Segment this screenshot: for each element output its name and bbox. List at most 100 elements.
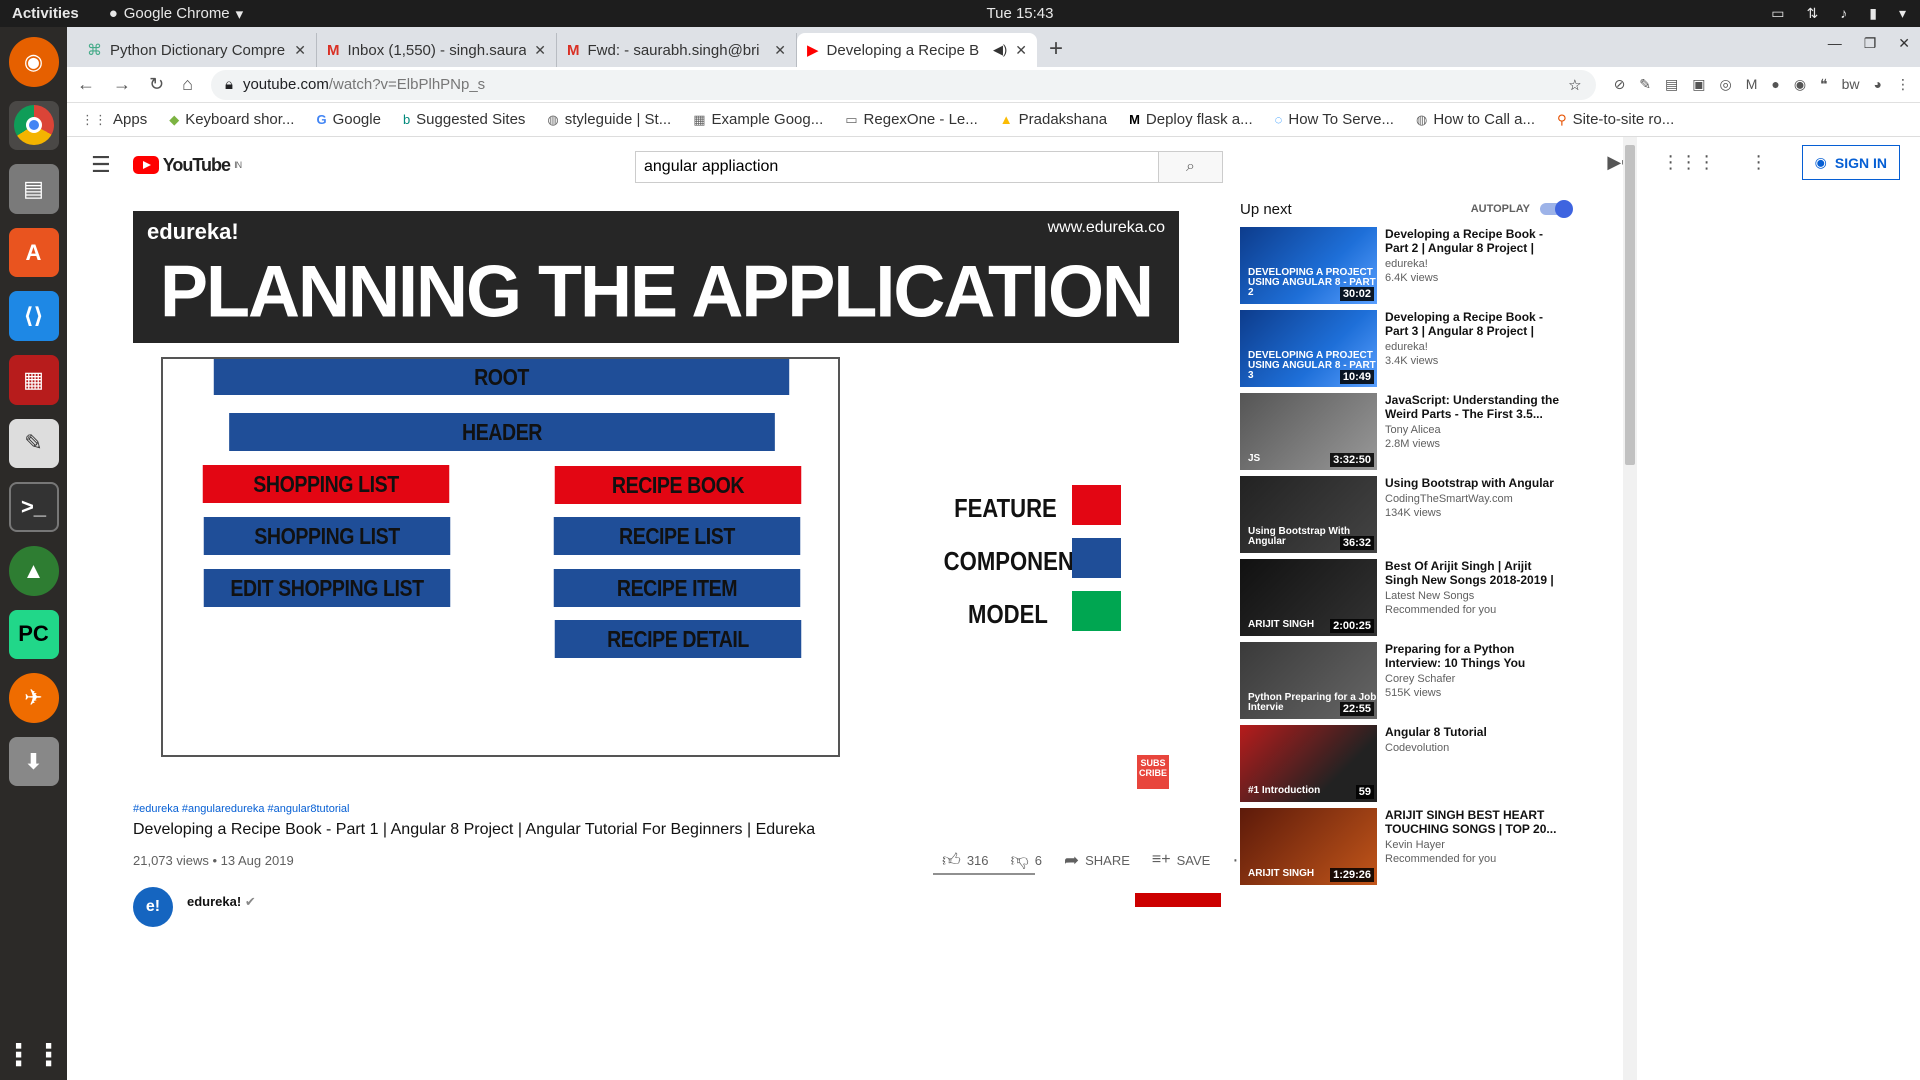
- video-thumbnail[interactable]: JS 3:32:50: [1240, 393, 1377, 470]
- video-thumbnail[interactable]: ARIJIT SINGH 2:00:25: [1240, 559, 1377, 636]
- home-icon[interactable]: ⌂: [182, 74, 193, 95]
- chrome-icon[interactable]: [8, 100, 59, 151]
- save-button[interactable]: ≡+ SAVE: [1152, 851, 1210, 869]
- postman-icon[interactable]: ✈: [8, 673, 59, 723]
- audio-icon[interactable]: ◀): [993, 42, 1007, 58]
- video-title[interactable]: JavaScript: Understanding the Weird Part…: [1385, 393, 1565, 421]
- channel-name[interactable]: Tony Alicea: [1385, 424, 1565, 436]
- apps-grid-icon[interactable]: ⋮⋮⋮: [1662, 152, 1716, 173]
- youtube-logo[interactable]: YouTube IN: [132, 155, 242, 176]
- reload-icon[interactable]: ↻: [149, 74, 164, 95]
- channel-name[interactable]: edureka! ✔: [187, 894, 256, 910]
- settings-dots-icon[interactable]: ⋮: [1750, 152, 1768, 173]
- channel-name[interactable]: edureka!: [1385, 258, 1565, 270]
- extension-icon[interactable]: ◎: [1720, 76, 1732, 93]
- recommended-video[interactable]: Using Bootstrap With Angular 36:32 Using B…: [1240, 476, 1570, 553]
- hashtags[interactable]: #edureka #angularedureka #angular8tutori…: [133, 803, 815, 815]
- video-thumbnail[interactable]: #1 Introduction 59: [1240, 725, 1377, 802]
- extension-icon[interactable]: M: [1746, 76, 1758, 93]
- back-icon[interactable]: ←: [77, 74, 95, 95]
- clock[interactable]: Tue 15:43: [960, 5, 1080, 22]
- firefox-icon[interactable]: ◉: [8, 37, 59, 87]
- recommended-video[interactable]: ARIJIT SINGH 2:00:25 Best Of Arijit Singh …: [1240, 559, 1570, 636]
- share-button[interactable]: ➦ SHARE: [1064, 850, 1130, 871]
- bookmark-item[interactable]: ◍ styleguide | St...: [547, 111, 671, 128]
- video-thumbnail[interactable]: DEVELOPING A PROJECT USING ANGULAR 8 - P…: [1240, 310, 1377, 387]
- hamburger-menu-icon[interactable]: ☰: [91, 152, 111, 178]
- video-thumbnail[interactable]: Python Preparing for a Job Intervie 22:55: [1240, 642, 1377, 719]
- dislike-button[interactable]: 👎︎ 6: [1011, 849, 1043, 871]
- extension-icon[interactable]: ●: [1771, 76, 1779, 93]
- video-title[interactable]: Preparing for a Python Interview: 10 Thi…: [1385, 642, 1565, 670]
- video-thumbnail[interactable]: ARIJIT SINGH 1:29:26: [1240, 808, 1377, 885]
- extension-icon[interactable]: ⊘: [1614, 76, 1626, 93]
- scrollbar-thumb[interactable]: [1625, 145, 1635, 465]
- extension-icon[interactable]: ▤: [1665, 76, 1678, 93]
- new-tab-button[interactable]: +: [1037, 35, 1075, 67]
- search-button[interactable]: ⌕: [1159, 151, 1223, 183]
- bookmark-apps[interactable]: ⋮⋮ Apps: [81, 111, 147, 128]
- subscribe-button[interactable]: [1135, 893, 1221, 907]
- app-menu[interactable]: ● Google Chrome ▾: [109, 5, 243, 23]
- recommended-video[interactable]: DEVELOPING A PROJECT USING ANGULAR 8 - P…: [1240, 310, 1570, 387]
- close-icon[interactable]: ✕: [534, 42, 546, 59]
- channel-name[interactable]: Kevin Hayer: [1385, 839, 1565, 851]
- video-thumbnail[interactable]: DEVELOPING A PROJECT USING ANGULAR 8 - P…: [1240, 227, 1377, 304]
- channel-avatar[interactable]: e!: [133, 887, 173, 927]
- show-apps-icon[interactable]: ⋮⋮: [4, 1030, 64, 1080]
- menu-icon[interactable]: ⋮: [1896, 76, 1910, 93]
- bookmark-item[interactable]: ◍ How to Call a...: [1416, 111, 1535, 128]
- channel-name[interactable]: CodingTheSmartWay.com: [1385, 493, 1565, 505]
- video-title[interactable]: Developing a Recipe Book - Part 3 | Angu…: [1385, 310, 1565, 338]
- vscode-icon[interactable]: ⟨⟩: [8, 291, 59, 342]
- channel-name[interactable]: Codevolution: [1385, 742, 1565, 754]
- files-icon[interactable]: ▤: [8, 164, 59, 214]
- robo-icon[interactable]: ▲: [8, 545, 59, 596]
- extension-icon[interactable]: ✎: [1639, 76, 1651, 93]
- video-title[interactable]: Best Of Arijit Singh | Arijit Singh New …: [1385, 559, 1565, 587]
- star-icon[interactable]: ☆: [1568, 76, 1581, 94]
- bookmark-item[interactable]: ▦ Example Goog...: [693, 111, 823, 128]
- recommended-video[interactable]: Python Preparing for a Job Intervie 22:55…: [1240, 642, 1570, 719]
- tab-developing-recipe[interactable]: ▶ Developing a Recipe B ◀) ✕: [797, 33, 1037, 67]
- bookmark-item[interactable]: ◌ How To Serve...: [1275, 111, 1394, 128]
- close-icon[interactable]: ✕: [774, 42, 786, 59]
- bookmark-item[interactable]: b Suggested Sites: [403, 111, 525, 128]
- video-title[interactable]: Developing a Recipe Book - Part 2 | Angu…: [1385, 227, 1565, 255]
- like-button[interactable]: 👍︎ 316: [942, 849, 989, 871]
- bookmark-item[interactable]: G Google: [316, 111, 381, 128]
- sign-in-button[interactable]: ◉ SIGN IN: [1801, 145, 1900, 180]
- filezilla-icon[interactable]: ▦: [8, 355, 59, 405]
- bookmark-item[interactable]: M Deploy flask a...: [1129, 111, 1253, 128]
- channel-name[interactable]: Latest New Songs: [1385, 590, 1565, 602]
- extension-icon[interactable]: ◉: [1794, 76, 1806, 93]
- search-input[interactable]: [635, 151, 1159, 183]
- close-icon[interactable]: ✕: [1015, 42, 1027, 59]
- terminal-icon[interactable]: >_: [8, 482, 59, 532]
- activities-button[interactable]: Activities: [12, 5, 79, 22]
- profile-icon[interactable]: ◕: [1874, 76, 1882, 93]
- video-thumbnail[interactable]: Using Bootstrap With Angular 36:32: [1240, 476, 1377, 553]
- extension-icon[interactable]: ❝: [1820, 76, 1828, 93]
- software-center-icon[interactable]: A: [8, 227, 59, 278]
- recommended-video[interactable]: JS 3:32:50 JavaScript: Understanding the W…: [1240, 393, 1570, 470]
- installer-icon[interactable]: ⬇: [8, 736, 59, 787]
- close-icon[interactable]: ✕: [294, 42, 306, 59]
- address-bar[interactable]: 🔒︎ youtube.com/watch?v=ElbPlhPNp_s ☆: [210, 69, 1596, 100]
- subscribe-badge[interactable]: SUBS CRIBE: [1137, 755, 1169, 789]
- tab-python-dictionary[interactable]: ⌘ Python Dictionary Compre ✕: [77, 33, 317, 67]
- tab-fwd-mail[interactable]: M Fwd: - saurabh.singh@bri ✕: [557, 33, 797, 67]
- pycharm-icon[interactable]: PC: [8, 609, 59, 660]
- close-window-icon[interactable]: ✕: [1898, 35, 1910, 52]
- recommended-video[interactable]: #1 Introduction 59 Angular 8 Tutorial Codev…: [1240, 725, 1570, 802]
- bookmark-item[interactable]: ◆ Keyboard shor...: [169, 111, 294, 128]
- autoplay-toggle[interactable]: [1540, 200, 1573, 218]
- text-editor-icon[interactable]: ✎: [8, 418, 59, 469]
- channel-name[interactable]: edureka!: [1385, 341, 1565, 353]
- video-title[interactable]: ARIJIT SINGH BEST HEART TOUCHING SONGS |…: [1385, 808, 1565, 836]
- extension-icon[interactable]: ▣: [1692, 76, 1705, 93]
- bookmark-item[interactable]: ⚲ Site-to-site ro...: [1557, 111, 1674, 128]
- bookmark-item[interactable]: ▭ RegexOne - Le...: [845, 111, 978, 128]
- video-player[interactable]: edureka! www.edureka.co PLANNING THE APP…: [133, 211, 1179, 799]
- extension-icon[interactable]: bw: [1842, 76, 1860, 93]
